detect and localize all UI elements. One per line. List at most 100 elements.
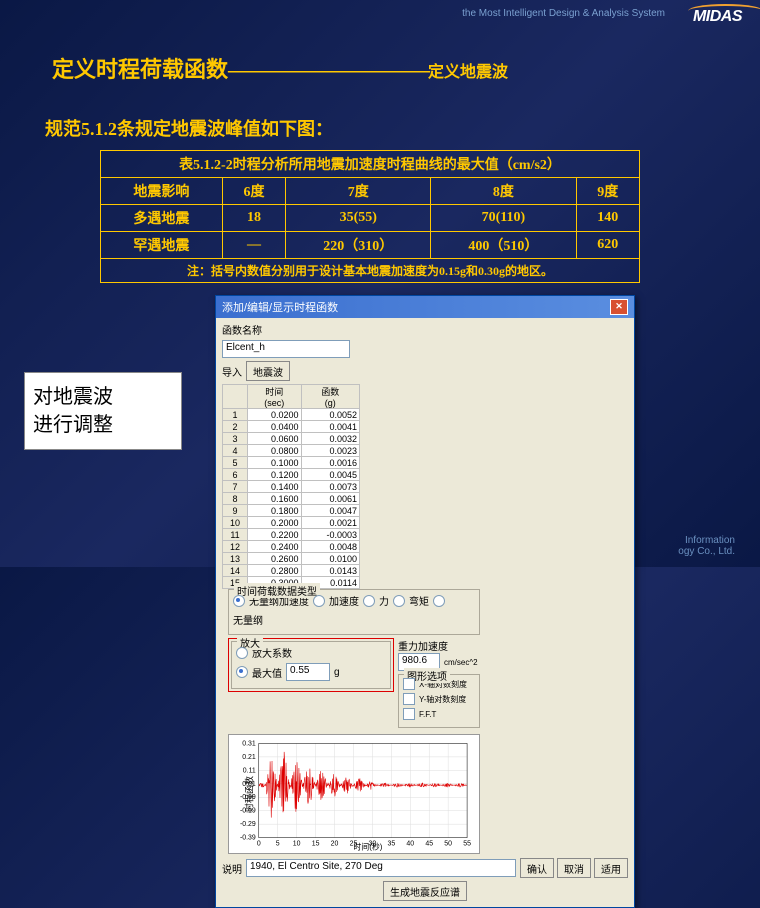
table-row: 多遇地震 18 35(55) 70(110) 140 (101, 205, 640, 232)
td: — (222, 232, 285, 259)
spec-text: 规范5.1.2条规定地震波峰值如下图： (45, 115, 333, 141)
dialog-titlebar[interactable]: 添加/编辑/显示时程函数 ✕ (216, 296, 634, 318)
td: 140 (576, 205, 640, 232)
svg-text:0.21: 0.21 (242, 754, 256, 761)
cancel-button[interactable]: 取消 (557, 858, 591, 878)
grav-unit: cm/sec^2 (444, 658, 478, 667)
table-row[interactable]: 70.14000.0073 (223, 481, 360, 493)
table-header-row: 地震影响 6度 7度 8度 9度 (101, 178, 640, 205)
check-xlog[interactable] (403, 678, 415, 690)
th: 6度 (222, 178, 285, 205)
logo: MIDAS (693, 8, 742, 26)
radio-amp-factor[interactable] (236, 647, 248, 659)
func-name-label: 函数名称 (222, 322, 262, 337)
table-row[interactable]: 30.06000.0032 (223, 433, 360, 445)
amp-unit: g (334, 667, 340, 678)
svg-text:-0.39: -0.39 (240, 835, 256, 842)
logo-arc (688, 4, 760, 18)
radio-dimless[interactable] (433, 595, 445, 607)
data-type-group: 时间荷载数据类型 无量纲加速度 加速度 力 弯矩 无量纲 (228, 589, 480, 635)
svg-text:0: 0 (257, 841, 261, 848)
th-time: 时间(sec) (248, 385, 302, 409)
th: 7度 (286, 178, 431, 205)
tagline: the Most Intelligent Design & Analysis S… (462, 8, 665, 19)
opt-amp-max[interactable]: 最大值 (252, 665, 282, 680)
td: 18 (222, 205, 285, 232)
grav-label: 重力加速度 (398, 638, 480, 653)
table-row[interactable]: 130.26000.0100 (223, 553, 360, 565)
td: 多遇地震 (101, 205, 223, 232)
radio-dimless-acc[interactable] (233, 595, 245, 607)
data-type-title: 时间荷载数据类型 (234, 583, 320, 598)
td: 400（510） (431, 232, 576, 259)
radio-force[interactable] (363, 595, 375, 607)
time-func-table[interactable]: 时间(sec) 函数(g) 10.02000.005220.04000.0041… (222, 384, 360, 589)
amp-value-input[interactable]: 0.55 (286, 663, 330, 681)
td: 罕遇地震 (101, 232, 223, 259)
desc-input[interactable]: 1940, El Centro Site, 270 Deg (246, 859, 516, 877)
desc-label: 说明 (222, 861, 242, 876)
svg-text:-0.29: -0.29 (240, 821, 256, 828)
opt-dimless[interactable]: 无量纲 (233, 612, 263, 627)
title-sub: 定义地震波 (428, 64, 508, 81)
svg-text:15: 15 (312, 841, 320, 848)
svg-text:0.31: 0.31 (242, 740, 256, 747)
chart-xlabel: 时间(秒) (353, 842, 382, 852)
callout-box: 对地震波 进行调整 (24, 372, 182, 450)
title-dashes: —————————— (228, 57, 428, 82)
svg-text:40: 40 (406, 841, 414, 848)
svg-text:55: 55 (463, 841, 471, 848)
dialog-title: 添加/编辑/显示时程函数 (222, 299, 338, 315)
func-name-input[interactable]: Elcent_h (222, 340, 350, 358)
table-note: 注：括号内数值分别用于设计基本地震加速度为0.15g和0.30g的地区。 (101, 259, 640, 283)
wave-button[interactable]: 地震波 (246, 361, 290, 381)
apply-button[interactable]: 适用 (594, 858, 628, 878)
opt-acc[interactable]: 加速度 (329, 593, 359, 608)
svg-text:0.11: 0.11 (243, 767, 256, 774)
close-button[interactable]: ✕ (610, 299, 628, 315)
table-row[interactable]: 140.28000.0143 (223, 565, 360, 577)
opt-ylog[interactable]: Y-轴对数刻度 (419, 694, 466, 705)
table-row[interactable]: 100.20000.0021 (223, 517, 360, 529)
svg-text:5: 5 (276, 841, 280, 848)
check-fft[interactable] (403, 708, 415, 720)
th-func: 函数(g) (301, 385, 359, 409)
svg-text:35: 35 (387, 841, 395, 848)
gen-spectrum-button[interactable]: 生成地震反应谱 (383, 881, 467, 901)
title-main: 定义时程荷载函数 (52, 57, 228, 82)
chart-ylabel: 时程函数 (243, 776, 256, 812)
svg-text:10: 10 (293, 841, 301, 848)
table-row[interactable]: 50.10000.0016 (223, 457, 360, 469)
radio-moment[interactable] (393, 595, 405, 607)
callout-line1: 对地震波 (33, 383, 173, 411)
check-ylog[interactable] (403, 693, 415, 705)
th: 地震影响 (101, 178, 223, 205)
table-row[interactable]: 120.24000.0048 (223, 541, 360, 553)
footer-text: Informationogy Co., Ltd. (678, 535, 735, 557)
table-row[interactable]: 90.18000.0047 (223, 505, 360, 517)
table-caption: 表5.1.2-2时程分析所用地震加速度时程曲线的最大值（cm/s2） (101, 151, 640, 178)
page-title: 定义时程荷载函数——————————定义地震波 (52, 52, 508, 84)
table-row[interactable]: 80.16000.0061 (223, 493, 360, 505)
td: 70(110) (431, 205, 576, 232)
radio-acc[interactable] (313, 595, 325, 607)
table-row[interactable]: 110.2200-0.0003 (223, 529, 360, 541)
opt-fft[interactable]: F.F.T (419, 710, 436, 719)
table-row[interactable]: 10.02000.0052 (223, 409, 360, 421)
ok-button[interactable]: 确认 (520, 858, 554, 878)
opt-moment[interactable]: 弯矩 (409, 593, 429, 608)
th: 8度 (431, 178, 576, 205)
time-history-chart: 时程函数 0510152025303540455055-0.39-0.29-0.… (228, 734, 480, 854)
td: 220（310） (286, 232, 431, 259)
svg-text:20: 20 (331, 841, 339, 848)
table-row[interactable]: 60.12000.0045 (223, 469, 360, 481)
opt-force[interactable]: 力 (379, 593, 389, 608)
th: 9度 (576, 178, 640, 205)
table-row: 罕遇地震 — 220（310） 400（510） 620 (101, 232, 640, 259)
svg-text:45: 45 (425, 841, 433, 848)
import-label: 导入 (222, 364, 242, 379)
table-row[interactable]: 40.08000.0023 (223, 445, 360, 457)
th-blank (223, 385, 248, 409)
table-row[interactable]: 20.04000.0041 (223, 421, 360, 433)
radio-amp-max[interactable] (236, 666, 248, 678)
